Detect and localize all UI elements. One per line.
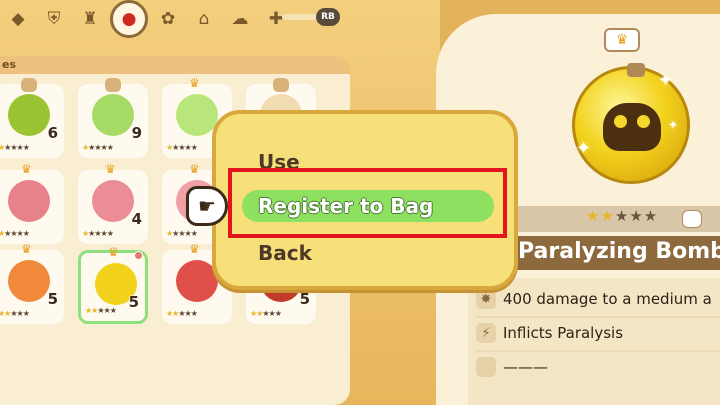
item-stars: ★★★★★ [166,229,197,238]
red-winged-potion-icon [8,180,50,222]
orange-bomb-icon [8,260,50,302]
crown-icon: ♛ [21,242,32,256]
skull-icon [603,103,661,151]
green-potion-crown-icon [176,94,218,136]
item-count: 5 [129,293,139,311]
item-count: 9 [132,124,142,142]
crown-icon: ♛ [189,162,200,176]
item-count: 6 [48,124,58,142]
crown-icon: ♛ [189,242,200,256]
slime-icon[interactable]: ☁ [224,3,256,35]
item-count: 5 [300,290,310,308]
item-stars: ★★★★★ [0,309,29,318]
effect-text: ——— [503,358,548,376]
item-rating: ★★★★★ [586,207,658,225]
crown-icon: ♛ [21,162,32,176]
sparkle-icon: ✦ [668,118,678,132]
item-grid-header: es [0,56,350,74]
item-stars: ★★★★★ [0,229,29,238]
crown-icon: ♛ [105,162,116,176]
puzzle-icon[interactable]: ◆ [2,3,34,35]
chair-icon[interactable]: ⌂ [188,3,220,35]
rb-button[interactable]: RB [316,8,340,26]
bag-icon [105,78,121,92]
item-slot-green-potion[interactable]: 9 ★★★★★ [78,84,148,158]
lightning-icon: ⚡ [476,323,496,343]
bag-icon [273,78,289,92]
hand-pointer-icon: ☛ [186,186,228,226]
menu-back[interactable]: Back [258,241,312,265]
bag-icon [682,210,702,228]
item-slot-lemon[interactable]: 6 ★★★★★ [0,84,64,158]
sparkle-icon: ✦ [658,70,673,91]
effect-text: Inflicts Paralysis [503,324,623,342]
green-potion-icon [92,94,134,136]
crown-icon: ♛ [604,28,640,52]
effect-row: ✸ 400 damage to a medium a [476,284,712,314]
blank-icon [476,357,496,377]
item-slot-paralyzing-bomb[interactable]: ♛5★★★★★ [78,250,148,324]
selection-highlight-box [228,168,507,238]
item-name: Paralyzing Bomb [518,239,720,264]
item-slot-red-winged-potion-crown[interactable]: ♛4★★★★★ [78,170,148,244]
item-stars: ★★★★★ [166,309,197,318]
item-stars: ★★★★★ [85,306,116,315]
shield-icon[interactable]: ⛨ [38,3,70,35]
new-dot-icon [134,251,143,260]
item-stars: ★★★★★ [166,143,197,152]
sack-icon[interactable]: ✿ [152,3,184,35]
armor-icon[interactable]: ♜ [74,3,106,35]
item-count: 5 [48,290,58,308]
effect-text: 400 damage to a medium a [503,290,712,308]
item-count: 4 [132,210,142,228]
item-stars: ★★★★★ [250,309,281,318]
crown-icon: ♛ [189,76,200,90]
tab-bar-line [282,14,318,20]
crown-icon: ♛ [108,245,119,259]
item-stars: ★★★★★ [82,143,113,152]
explosion-icon: ✸ [476,289,496,309]
bomb-fuse [627,63,645,77]
red-winged-potion-crown-icon [92,180,134,222]
item-stars: ★★★★★ [0,143,29,152]
apple-icon[interactable]: ● [110,0,148,38]
item-slot-orange-bomb[interactable]: ♛5★★★★★ [0,250,64,324]
effect-row: ⚡ Inflicts Paralysis [476,318,623,348]
lemon-icon [8,94,50,136]
item-slot-red-winged-potion[interactable]: ♛★★★★★ [0,170,64,244]
sparkle-icon: ✦ [576,138,591,159]
item-stars: ★★★★★ [82,229,113,238]
effect-row: ——— [476,352,548,382]
bag-icon [21,78,37,92]
